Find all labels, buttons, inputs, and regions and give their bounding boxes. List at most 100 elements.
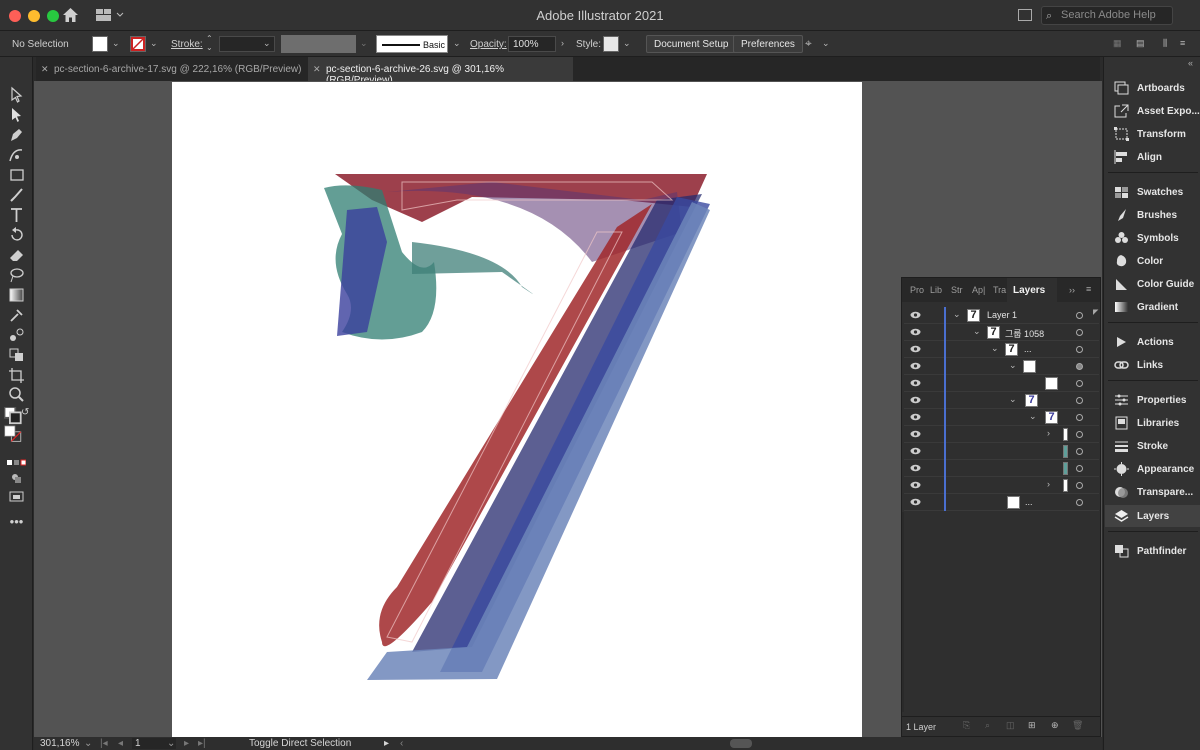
more-tools-icon[interactable]: ••• xyxy=(7,514,26,532)
visibility-eye-icon[interactable] xyxy=(910,447,921,455)
dock-actions[interactable]: Actions xyxy=(1105,331,1200,353)
visibility-eye-icon[interactable] xyxy=(910,498,921,506)
target-circle-icon[interactable] xyxy=(1076,363,1083,370)
brush-definition[interactable]: Basic xyxy=(376,35,448,53)
visibility-eye-icon[interactable] xyxy=(910,311,921,319)
layer-row[interactable]: ... xyxy=(904,494,1099,511)
layer-row[interactable]: ⌄ 7 xyxy=(904,392,1099,409)
zoom-level[interactable]: 301,16% xyxy=(40,738,79,749)
stroke-label[interactable]: Stroke: xyxy=(171,39,203,50)
dock-asset-export[interactable]: Asset Expo... xyxy=(1105,100,1200,122)
select-similar-icon[interactable]: ⌖ xyxy=(805,36,814,50)
fill-stroke-indicator[interactable] xyxy=(4,425,30,449)
swap-colors-icon[interactable]: ↺ xyxy=(21,407,31,418)
collapse-dock-icon[interactable]: « xyxy=(1188,58,1193,68)
last-artboard-icon[interactable]: ▸| xyxy=(198,738,206,749)
rotate-tool[interactable] xyxy=(7,226,26,244)
chevron-down-icon[interactable]: ⌄ xyxy=(1009,394,1017,405)
graphic-style-swatch[interactable] xyxy=(603,36,619,52)
dock-gradient[interactable]: Gradient xyxy=(1105,296,1200,318)
chevron-down-icon[interactable]: ⌄ xyxy=(822,38,831,48)
layer-row[interactable]: ⌄ 7 ... xyxy=(904,341,1099,358)
target-circle-icon[interactable] xyxy=(1076,499,1083,506)
chevron-down-icon[interactable]: ⌄ xyxy=(991,343,999,354)
screen-mode-icon[interactable] xyxy=(7,488,26,506)
dock-swatches[interactable]: Swatches xyxy=(1105,181,1200,203)
chevron-down-icon[interactable]: ⌄ xyxy=(1009,360,1017,371)
fill-swatch[interactable] xyxy=(92,36,108,52)
selection-tool[interactable] xyxy=(7,86,26,104)
distribute-icon[interactable]: ⫼ xyxy=(1163,38,1172,48)
artboard[interactable] xyxy=(172,82,862,737)
align-grid-icon[interactable]: ▦ xyxy=(1113,38,1122,48)
paintbrush-tool[interactable] xyxy=(7,186,26,204)
artboard-tool[interactable] xyxy=(7,366,26,384)
tab-archive-26[interactable]: ✕pc-section-6-archive-26.svg @ 301,16% (… xyxy=(308,57,573,86)
chevron-down-icon[interactable]: ⌄ xyxy=(1029,411,1037,422)
dock-pathfinder[interactable]: Pathfinder xyxy=(1105,540,1200,562)
tab-libraries[interactable]: Lib xyxy=(930,285,942,295)
dock-layers[interactable]: Layers xyxy=(1105,505,1200,527)
visibility-eye-icon[interactable] xyxy=(910,379,921,387)
eraser-tool[interactable] xyxy=(7,246,26,264)
visibility-eye-icon[interactable] xyxy=(910,481,921,489)
layer-row[interactable]: › xyxy=(904,477,1099,494)
locate-object-icon[interactable]: ⌕ xyxy=(985,720,990,731)
layer-row[interactable]: ⌄ xyxy=(904,358,1099,375)
tab-transparency[interactable]: Tra xyxy=(993,285,1006,295)
target-circle-icon[interactable] xyxy=(1076,312,1083,319)
stroke-swatch[interactable] xyxy=(130,36,146,52)
chevron-down-icon[interactable]: ⌄ xyxy=(150,38,159,48)
visibility-eye-icon[interactable] xyxy=(910,345,921,353)
visibility-eye-icon[interactable] xyxy=(910,362,921,370)
variable-width-profile[interactable] xyxy=(281,35,356,53)
dock-color[interactable]: Color xyxy=(1105,250,1200,272)
horizontal-scrollbar-thumb[interactable] xyxy=(730,739,752,748)
target-circle-icon[interactable] xyxy=(1076,346,1083,353)
dock-artboards[interactable]: Artboards xyxy=(1105,77,1200,99)
chevron-right-icon[interactable]: › xyxy=(1047,479,1050,489)
chevron-right-icon[interactable]: › xyxy=(561,38,570,48)
status-menu-icon[interactable]: ▸ xyxy=(384,738,389,749)
shape-builder-tool[interactable] xyxy=(7,346,26,364)
opacity-field[interactable]: 100% xyxy=(508,36,556,52)
visibility-eye-icon[interactable] xyxy=(910,413,921,421)
next-artboard-icon[interactable]: ▸ xyxy=(184,738,189,749)
document-setup-button[interactable]: Document Setup xyxy=(646,35,737,53)
stroke-stepper-icon[interactable]: ⌃ ⌄ xyxy=(206,34,215,52)
dock-libraries[interactable]: Libraries xyxy=(1105,412,1200,434)
make-clipping-mask-icon[interactable]: ◫ xyxy=(1006,720,1015,731)
collect-export-icon[interactable]: ⎘ xyxy=(963,720,970,731)
draw-mode-icon[interactable] xyxy=(7,470,26,488)
dock-stroke[interactable]: Stroke xyxy=(1105,435,1200,457)
chevron-down-icon[interactable]: ⌄ xyxy=(623,38,632,48)
rectangle-tool[interactable] xyxy=(7,166,26,184)
layer-row[interactable]: ⌄ 7 Layer 1 xyxy=(904,307,1099,324)
visibility-eye-icon[interactable] xyxy=(910,430,921,438)
scroll-left-icon[interactable]: ‹ xyxy=(400,738,403,749)
target-circle-icon[interactable] xyxy=(1076,380,1083,387)
target-circle-icon[interactable] xyxy=(1076,448,1083,455)
dock-links[interactable]: Links xyxy=(1105,354,1200,376)
target-circle-icon[interactable] xyxy=(1076,414,1083,421)
dock-transform[interactable]: Transform xyxy=(1105,123,1200,145)
lasso-tool[interactable] xyxy=(7,266,26,284)
visibility-eye-icon[interactable] xyxy=(910,328,921,336)
close-tab-icon[interactable]: ✕ xyxy=(313,64,321,75)
target-circle-icon[interactable] xyxy=(1076,465,1083,472)
dock-brushes[interactable]: Brushes xyxy=(1105,204,1200,226)
dock-appearance[interactable]: Appearance xyxy=(1105,458,1200,480)
preferences-button[interactable]: Preferences xyxy=(733,35,803,53)
artwork-seven[interactable] xyxy=(172,82,862,737)
pen-tool[interactable] xyxy=(7,126,26,144)
eyedropper-tool[interactable] xyxy=(7,306,26,324)
align-horizontal-icon[interactable]: ▤ xyxy=(1136,38,1145,48)
zoom-dropdown-icon[interactable]: ⌄ xyxy=(84,738,92,749)
tab-stroke[interactable]: Str xyxy=(951,285,963,295)
chevron-right-icon[interactable]: › xyxy=(1047,428,1050,438)
gradient-tool[interactable] xyxy=(7,286,26,304)
layer-row[interactable]: › xyxy=(904,426,1099,443)
tab-properties[interactable]: Pro xyxy=(910,285,924,295)
layer-row[interactable] xyxy=(904,443,1099,460)
dock-transparency[interactable]: Transpare... xyxy=(1105,481,1200,503)
